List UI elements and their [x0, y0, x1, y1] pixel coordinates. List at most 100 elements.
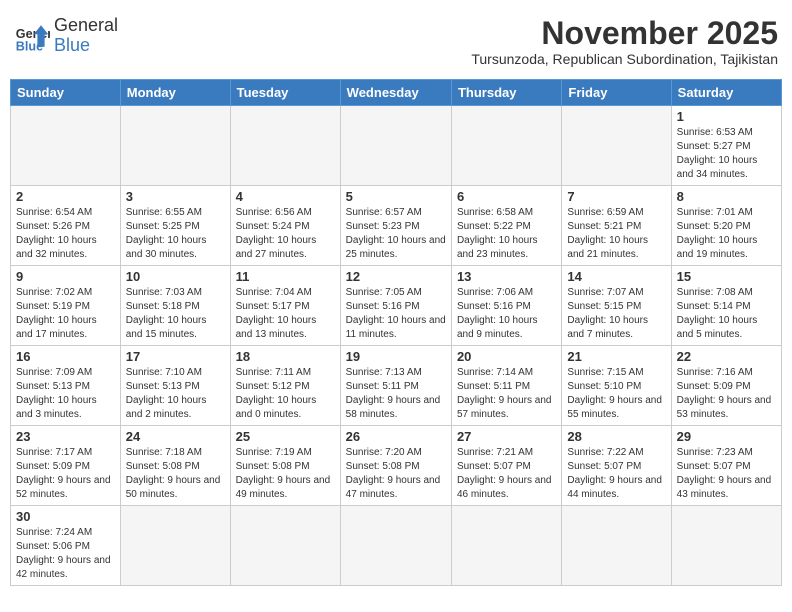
day-number: 20 [457, 349, 556, 364]
day-number: 13 [457, 269, 556, 284]
day-info: Sunrise: 7:10 AM Sunset: 5:13 PM Dayligh… [126, 366, 225, 422]
logo-line1: General [54, 16, 118, 36]
day-number: 9 [16, 269, 115, 284]
day-info: Sunrise: 6:59 AM Sunset: 5:21 PM Dayligh… [567, 206, 665, 262]
calendar-cell: 2Sunrise: 6:54 AM Sunset: 5:26 PM Daylig… [11, 186, 121, 266]
calendar-cell [451, 506, 561, 586]
day-info: Sunrise: 7:04 AM Sunset: 5:17 PM Dayligh… [236, 286, 335, 342]
calendar-cell: 11Sunrise: 7:04 AM Sunset: 5:17 PM Dayli… [230, 266, 340, 346]
day-number: 16 [16, 349, 115, 364]
day-number: 7 [567, 189, 665, 204]
day-number: 27 [457, 429, 556, 444]
day-info: Sunrise: 7:05 AM Sunset: 5:16 PM Dayligh… [346, 286, 446, 342]
logo-text: General Blue [54, 16, 118, 56]
day-info: Sunrise: 7:16 AM Sunset: 5:09 PM Dayligh… [677, 366, 776, 422]
day-info: Sunrise: 7:15 AM Sunset: 5:10 PM Dayligh… [567, 366, 665, 422]
day-number: 19 [346, 349, 446, 364]
day-number: 5 [346, 189, 446, 204]
day-info: Sunrise: 7:24 AM Sunset: 5:06 PM Dayligh… [16, 526, 115, 582]
day-info: Sunrise: 7:14 AM Sunset: 5:11 PM Dayligh… [457, 366, 556, 422]
calendar-cell: 26 Sunrise: 7:20 AM Sunset: 5:08 PM Dayli… [340, 426, 451, 506]
calendar-cell: 18Sunrise: 7:11 AM Sunset: 5:12 PM Dayli… [230, 346, 340, 426]
day-number: 22 [677, 349, 776, 364]
logo-line2: Blue [54, 36, 118, 56]
day-number: 8 [677, 189, 776, 204]
calendar-cell [451, 106, 561, 186]
calendar-cell: 12 Sunrise: 7:05 AM Sunset: 5:16 PM Dayli… [340, 266, 451, 346]
day-info: Sunrise: 7:06 AM Sunset: 5:16 PM Dayligh… [457, 286, 556, 342]
day-info: Sunrise: 6:56 AM Sunset: 5:24 PM Dayligh… [236, 206, 335, 262]
day-info: Sunrise: 6:55 AM Sunset: 5:25 PM Dayligh… [126, 206, 225, 262]
day-number: 29 [677, 429, 776, 444]
day-info: Sunrise: 7:20 AM Sunset: 5:08 PM Dayligh… [346, 446, 446, 502]
day-number: 23 [16, 429, 115, 444]
day-number: 18 [236, 349, 335, 364]
day-header-tuesday: Tuesday [230, 80, 340, 106]
day-info: Sunrise: 7:01 AM Sunset: 5:20 PM Dayligh… [677, 206, 776, 262]
calendar-cell: 14 Sunrise: 7:07 AM Sunset: 5:15 PM Dayli… [562, 266, 671, 346]
calendar-cell: 1Sunrise: 6:53 AM Sunset: 5:27 PM Daylig… [671, 106, 781, 186]
calendar-week-row: 9Sunrise: 7:02 AM Sunset: 5:19 PM Daylig… [11, 266, 782, 346]
day-number: 25 [236, 429, 335, 444]
day-number: 3 [126, 189, 225, 204]
day-header-saturday: Saturday [671, 80, 781, 106]
calendar-cell: 24Sunrise: 7:18 AM Sunset: 5:08 PM Dayli… [120, 426, 230, 506]
day-info: Sunrise: 7:03 AM Sunset: 5:18 PM Dayligh… [126, 286, 225, 342]
calendar-week-row: 23 Sunrise: 7:17 AM Sunset: 5:09 PM Dayli… [11, 426, 782, 506]
day-info: Sunrise: 7:19 AM Sunset: 5:08 PM Dayligh… [236, 446, 335, 502]
calendar-cell: 17 Sunrise: 7:10 AM Sunset: 5:13 PM Dayli… [120, 346, 230, 426]
header: General Blue General Blue November 2025 … [10, 10, 782, 73]
day-number: 12 [346, 269, 446, 284]
day-number: 17 [126, 349, 225, 364]
location-subtitle: Tursunzoda, Republican Subordination, Ta… [471, 51, 778, 67]
day-number: 21 [567, 349, 665, 364]
calendar-cell: 9Sunrise: 7:02 AM Sunset: 5:19 PM Daylig… [11, 266, 121, 346]
month-title: November 2025 [471, 16, 778, 51]
day-info: Sunrise: 7:23 AM Sunset: 5:07 PM Dayligh… [677, 446, 776, 502]
day-info: Sunrise: 7:21 AM Sunset: 5:07 PM Dayligh… [457, 446, 556, 502]
calendar-cell: 7 Sunrise: 6:59 AM Sunset: 5:21 PM Daylig… [562, 186, 671, 266]
logo: General Blue General Blue [14, 16, 118, 56]
day-info: Sunrise: 7:22 AM Sunset: 5:07 PM Dayligh… [567, 446, 665, 502]
day-header-friday: Friday [562, 80, 671, 106]
day-header-monday: Monday [120, 80, 230, 106]
calendar-cell [340, 106, 451, 186]
title-block: November 2025 Tursunzoda, Republican Sub… [471, 16, 778, 67]
day-info: Sunrise: 7:09 AM Sunset: 5:13 PM Dayligh… [16, 366, 115, 422]
day-number: 26 [346, 429, 446, 444]
logo-icon: General Blue [14, 18, 50, 54]
calendar-cell [230, 106, 340, 186]
day-header-thursday: Thursday [451, 80, 561, 106]
calendar-cell: 27 Sunrise: 7:21 AM Sunset: 5:07 PM Dayli… [451, 426, 561, 506]
calendar-cell [230, 506, 340, 586]
day-info: Sunrise: 7:17 AM Sunset: 5:09 PM Dayligh… [16, 446, 115, 502]
day-info: Sunrise: 7:07 AM Sunset: 5:15 PM Dayligh… [567, 286, 665, 342]
calendar-week-row: 1Sunrise: 6:53 AM Sunset: 5:27 PM Daylig… [11, 106, 782, 186]
day-number: 15 [677, 269, 776, 284]
day-number: 24 [126, 429, 225, 444]
calendar-cell: 3 Sunrise: 6:55 AM Sunset: 5:25 PM Daylig… [120, 186, 230, 266]
calendar-cell: 4Sunrise: 6:56 AM Sunset: 5:24 PM Daylig… [230, 186, 340, 266]
calendar-cell [562, 106, 671, 186]
calendar-cell: 28Sunrise: 7:22 AM Sunset: 5:07 PM Dayli… [562, 426, 671, 506]
calendar-cell: 6Sunrise: 6:58 AM Sunset: 5:22 PM Daylig… [451, 186, 561, 266]
calendar-header-row: SundayMondayTuesdayWednesdayThursdayFrid… [11, 80, 782, 106]
calendar-cell [11, 106, 121, 186]
calendar-cell: 13 Sunrise: 7:06 AM Sunset: 5:16 PM Dayli… [451, 266, 561, 346]
calendar-week-row: 16 Sunrise: 7:09 AM Sunset: 5:13 PM Dayli… [11, 346, 782, 426]
calendar-cell: 30Sunrise: 7:24 AM Sunset: 5:06 PM Dayli… [11, 506, 121, 586]
calendar-table: SundayMondayTuesdayWednesdayThursdayFrid… [10, 79, 782, 586]
calendar-week-row: 2Sunrise: 6:54 AM Sunset: 5:26 PM Daylig… [11, 186, 782, 266]
calendar-cell: 21 Sunrise: 7:15 AM Sunset: 5:10 PM Dayli… [562, 346, 671, 426]
day-number: 6 [457, 189, 556, 204]
day-number: 10 [126, 269, 225, 284]
day-info: Sunrise: 7:13 AM Sunset: 5:11 PM Dayligh… [346, 366, 446, 422]
day-number: 14 [567, 269, 665, 284]
calendar-cell: 22 Sunrise: 7:16 AM Sunset: 5:09 PM Dayli… [671, 346, 781, 426]
calendar-cell [120, 506, 230, 586]
calendar-cell: 16 Sunrise: 7:09 AM Sunset: 5:13 PM Dayli… [11, 346, 121, 426]
day-info: Sunrise: 6:53 AM Sunset: 5:27 PM Dayligh… [677, 126, 776, 182]
day-info: Sunrise: 6:57 AM Sunset: 5:23 PM Dayligh… [346, 206, 446, 262]
calendar-cell [671, 506, 781, 586]
calendar-cell [340, 506, 451, 586]
